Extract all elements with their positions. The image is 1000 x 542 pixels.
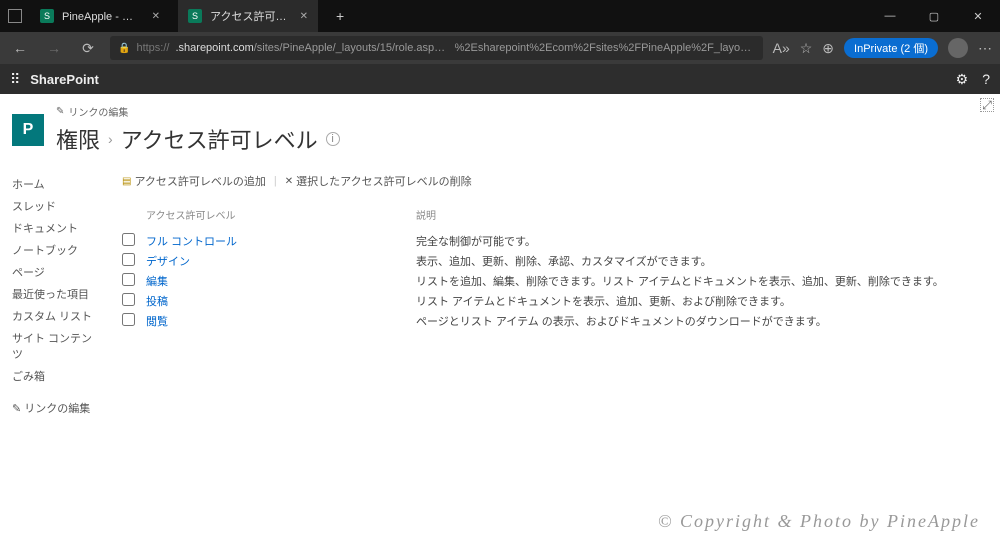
chevron-right-icon: ›	[108, 131, 113, 147]
permission-level-desc: リスト アイテムとドキュメントを表示、追加、更新、および削除できます。	[416, 293, 984, 309]
window-titlebar: S PineApple - カスタム リスト - すべて ✕ S アクセス許可レ…	[0, 0, 1000, 32]
permission-level-link[interactable]: フル コントロール	[146, 233, 416, 249]
edit-links-label: リンクの編集	[68, 104, 128, 119]
browser-menu-icon[interactable]: ⋯	[978, 40, 992, 57]
focus-content-icon[interactable]: ⤢	[980, 98, 994, 112]
forward-button[interactable]: →	[42, 40, 66, 56]
permission-level-desc: ページとリスト アイテム の表示、およびドキュメントのダウンロードができます。	[416, 313, 984, 329]
browser-tab-1[interactable]: S PineApple - カスタム リスト - すべて ✕	[30, 0, 170, 32]
inprivate-badge: InPrivate (2 個)	[844, 38, 938, 58]
close-window-button[interactable]: ✕	[956, 0, 1000, 32]
close-icon[interactable]: ✕	[300, 11, 308, 22]
permission-level-link[interactable]: 編集	[146, 273, 416, 289]
address-bar: ← → ⟳ 🔒 https:// .sharepoint.com /sites/…	[0, 32, 1000, 64]
nav-item-home[interactable]: ホーム	[12, 173, 102, 195]
nav-item-customlist[interactable]: カスタム リスト	[12, 305, 102, 327]
help-icon[interactable]: ?	[982, 71, 990, 87]
url-path: /sites/PineApple/_layouts/15/role.aspx?S…	[254, 42, 449, 54]
tab-label: アクセス許可レベル	[210, 8, 292, 24]
row-checkbox[interactable]	[122, 273, 135, 286]
pencil-icon: ✎	[12, 403, 21, 415]
add-permission-level-button[interactable]: ▤ アクセス許可レベルの追加	[122, 173, 266, 189]
column-name-header[interactable]: アクセス許可レベル	[146, 207, 416, 223]
close-icon[interactable]: ✕	[152, 11, 160, 22]
app-launcher-icon[interactable]: ⠿	[10, 71, 18, 88]
site-logo[interactable]: P	[12, 114, 44, 146]
read-aloud-icon[interactable]: A»	[773, 40, 790, 56]
nav-item-documents[interactable]: ドキュメント	[12, 217, 102, 239]
edit-links-side[interactable]: ✎ リンクの編集	[12, 397, 102, 419]
nav-item-notebook[interactable]: ノートブック	[12, 239, 102, 261]
url-path-rest: %2Esharepoint%2Ecom%2Fsites%2FPineApple%…	[455, 42, 755, 54]
page-title: 権限 › アクセス許可レベル i	[56, 123, 984, 155]
permission-level-link[interactable]: 閲覧	[146, 313, 416, 329]
suite-bar: ⠿ SharePoint ⚙ ?	[0, 64, 1000, 94]
refresh-button[interactable]: ⟳	[76, 40, 100, 57]
row-checkbox[interactable]	[122, 313, 135, 326]
url-input[interactable]: 🔒 https:// .sharepoint.com /sites/PineAp…	[110, 36, 763, 60]
permission-level-desc: リストを追加、編集、削除できます。リスト アイテムとドキュメントを表示、追加、更…	[416, 273, 984, 289]
column-desc-header[interactable]: 説明	[416, 207, 984, 223]
favorite-icon[interactable]: ☆	[800, 40, 813, 57]
suite-brand[interactable]: SharePoint	[30, 72, 99, 87]
nav-item-thread[interactable]: スレッド	[12, 195, 102, 217]
browser-tab-2[interactable]: S アクセス許可レベル ✕	[178, 0, 318, 32]
permission-level-desc: 表示、追加、更新、削除、承認、カスタマイズができます。	[416, 253, 984, 269]
url-host: .sharepoint.com	[175, 42, 253, 54]
lock-icon: 🔒	[118, 43, 130, 54]
table-row: 閲覧ページとリスト アイテム の表示、およびドキュメントのダウンロードができます…	[122, 311, 984, 331]
table-row: 編集リストを追加、編集、削除できます。リスト アイテムとドキュメントを表示、追加…	[122, 271, 984, 291]
breadcrumb-root[interactable]: 権限	[56, 123, 100, 155]
grid-header: アクセス許可レベル 説明	[122, 207, 984, 223]
toolbar-separator: |	[274, 175, 277, 187]
edit-links-label: リンクの編集	[24, 403, 90, 415]
toolbar: ▤ アクセス許可レベルの追加 | ✕ 選択したアクセス許可レベルの削除	[122, 173, 984, 189]
url-protocol: https://	[136, 42, 169, 54]
back-button[interactable]: ←	[8, 40, 32, 56]
nav-item-recent[interactable]: 最近使った項目	[12, 283, 102, 305]
maximize-button[interactable]: ▢	[912, 0, 956, 32]
nav-item-pages[interactable]: ページ	[12, 261, 102, 283]
nav-item-sitecontents[interactable]: サイト コンテンツ	[12, 327, 102, 365]
info-icon[interactable]: i	[326, 132, 340, 146]
add-label: アクセス許可レベルの追加	[134, 173, 265, 189]
pencil-icon: ✎	[56, 106, 64, 117]
collections-icon[interactable]: ⊕	[822, 40, 834, 57]
app-icon	[8, 9, 22, 23]
row-checkbox[interactable]	[122, 233, 135, 246]
tab-label: PineApple - カスタム リスト - すべて	[62, 8, 144, 24]
edit-links-top[interactable]: ✎ リンクの編集	[56, 104, 984, 119]
left-navigation: ホーム スレッド ドキュメント ノートブック ページ 最近使った項目 カスタム …	[12, 173, 102, 419]
permission-level-desc: 完全な制御が可能です。	[416, 233, 984, 249]
minimize-button[interactable]: —	[868, 0, 912, 32]
page-title-text: アクセス許可レベル	[121, 123, 318, 155]
delete-icon: ✕	[285, 176, 293, 187]
permission-level-link[interactable]: デザイン	[146, 253, 416, 269]
row-checkbox[interactable]	[122, 253, 135, 266]
favicon-icon: S	[188, 9, 202, 23]
new-tab-button[interactable]: +	[326, 8, 354, 24]
row-checkbox[interactable]	[122, 293, 135, 306]
table-row: デザイン表示、追加、更新、削除、承認、カスタマイズができます。	[122, 251, 984, 271]
table-row: フル コントロール完全な制御が可能です。	[122, 231, 984, 251]
delete-permission-level-button[interactable]: ✕ 選択したアクセス許可レベルの削除	[285, 173, 472, 189]
watermark-text: © Copyright & Photo by PineApple	[658, 511, 980, 532]
settings-icon[interactable]: ⚙	[956, 71, 969, 88]
delete-label: 選択したアクセス許可レベルの削除	[296, 173, 471, 189]
favicon-icon: S	[40, 9, 54, 23]
add-icon: ▤	[122, 176, 131, 187]
nav-item-recycle[interactable]: ごみ箱	[12, 365, 102, 387]
table-row: 投稿リスト アイテムとドキュメントを表示、追加、更新、および削除できます。	[122, 291, 984, 311]
profile-avatar[interactable]	[948, 38, 968, 58]
permission-level-link[interactable]: 投稿	[146, 293, 416, 309]
